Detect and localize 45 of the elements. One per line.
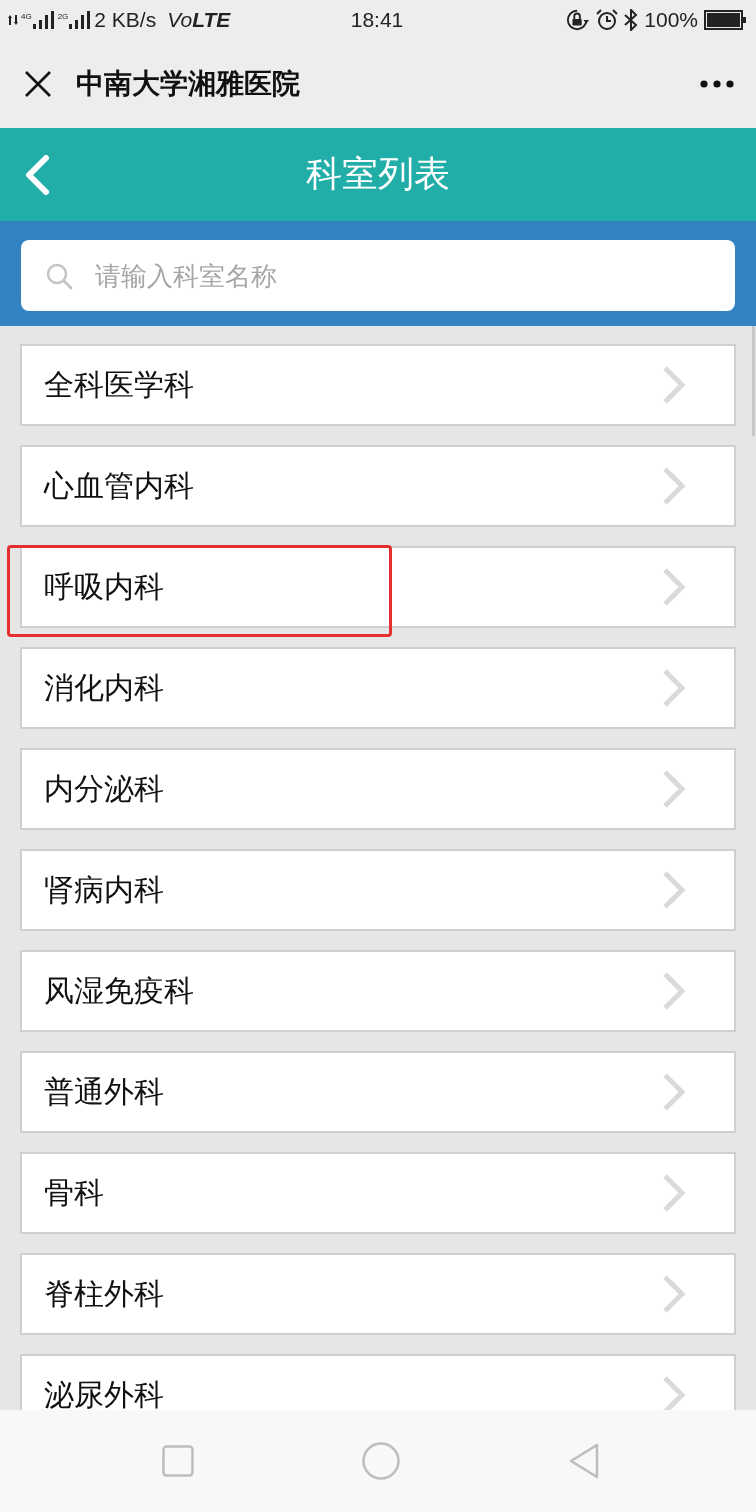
department-item[interactable]: 心血管内科 — [20, 445, 736, 527]
network-label: 2G — [57, 13, 69, 21]
department-item[interactable]: 骨科 — [20, 1152, 736, 1234]
home-icon[interactable] — [362, 1442, 400, 1480]
chevron-right-icon — [662, 870, 686, 910]
department-item[interactable]: 普通外科 — [20, 1051, 736, 1133]
department-item[interactable]: 肾病内科 — [20, 849, 736, 931]
volte-label: VoLTE — [167, 8, 231, 32]
back-icon[interactable] — [24, 155, 50, 195]
page-title: 科室列表 — [306, 152, 450, 196]
square-icon[interactable] — [162, 1445, 194, 1477]
chevron-right-icon — [662, 1274, 686, 1314]
network-speed: 2 KB/s — [94, 8, 157, 32]
department-item[interactable]: 泌尿外科 — [20, 1354, 736, 1410]
battery-icon — [704, 10, 746, 30]
chevron-right-icon — [662, 466, 686, 506]
department-item[interactable]: 消化内科 — [20, 647, 736, 729]
alarm-clock-icon — [596, 9, 619, 31]
chevron-right-icon — [662, 365, 686, 405]
back-triangle-icon[interactable] — [568, 1443, 600, 1479]
search-field[interactable]: 请输入科室名称 — [21, 240, 735, 311]
bluetooth-icon — [624, 9, 639, 31]
rotation-lock-icon — [566, 8, 591, 32]
status-time: 18:41 — [350, 8, 404, 32]
close-icon[interactable] — [24, 70, 52, 98]
battery-percent: 100% — [644, 8, 698, 32]
more-icon[interactable] — [700, 80, 734, 88]
network-label: 4G — [21, 13, 32, 21]
chevron-right-icon — [662, 1173, 686, 1213]
department-item[interactable]: 全科医学科 — [20, 344, 736, 426]
department-item[interactable]: 内分泌科 — [20, 748, 736, 830]
signal-icon — [69, 11, 92, 29]
chevron-right-icon — [662, 567, 686, 607]
search-icon — [45, 262, 73, 290]
chevron-right-icon — [662, 769, 686, 809]
window-title: 中南大学湘雅医院 — [76, 66, 300, 102]
chevron-right-icon — [662, 1375, 686, 1410]
department-item[interactable]: 风湿免疫科 — [20, 950, 736, 1032]
department-item[interactable]: 脊柱外科 — [20, 1253, 736, 1335]
data-arrows-icon — [8, 15, 18, 25]
chevron-right-icon — [662, 1072, 686, 1112]
chevron-right-icon — [662, 668, 686, 708]
department-item[interactable]: 呼吸内科 — [20, 546, 736, 628]
chevron-right-icon — [662, 971, 686, 1011]
signal-icon — [32, 11, 55, 29]
